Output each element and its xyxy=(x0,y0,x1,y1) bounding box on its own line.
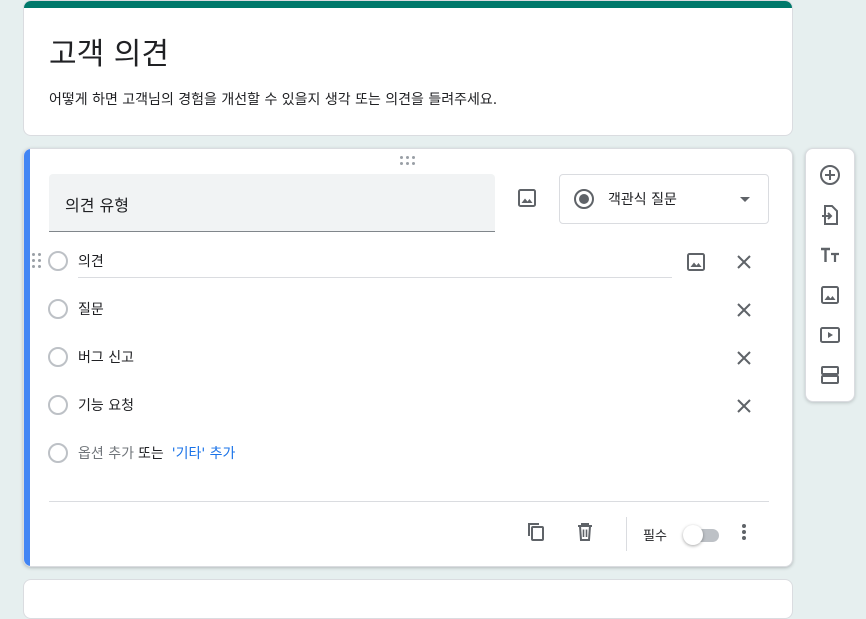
add-section-button[interactable] xyxy=(818,363,842,387)
required-toggle[interactable] xyxy=(683,525,721,545)
option-radio xyxy=(48,299,68,319)
image-icon xyxy=(821,286,839,304)
add-title-button[interactable] xyxy=(818,243,842,267)
option-row[interactable]: 버그 신고 xyxy=(24,337,792,377)
option-drag-handle-icon[interactable] xyxy=(32,253,42,269)
option-radio xyxy=(48,443,68,463)
close-icon xyxy=(737,351,751,365)
question-title-text: 의견 유형 xyxy=(65,196,129,215)
option-row[interactable]: 질문 xyxy=(24,289,792,329)
option-row[interactable]: 기능 요청 xyxy=(24,385,792,425)
more-options-button[interactable] xyxy=(732,520,756,544)
text-format-icon xyxy=(821,247,839,262)
form-title[interactable]: 고객 의견 xyxy=(49,29,169,73)
option-label[interactable]: 의견 xyxy=(78,251,104,271)
option-label[interactable]: 기능 요청 xyxy=(78,395,134,415)
image-icon xyxy=(518,189,536,207)
remove-option-button[interactable] xyxy=(732,394,756,418)
remove-option-button[interactable] xyxy=(732,250,756,274)
side-toolbar xyxy=(805,148,855,402)
close-icon xyxy=(737,303,751,317)
more-vert-icon xyxy=(742,524,746,540)
dropdown-arrow-icon xyxy=(740,197,750,202)
remove-option-button[interactable] xyxy=(732,346,756,370)
question-title-input[interactable]: 의견 유형 xyxy=(49,174,495,232)
add-option-row: 옵션 추가 또는 '기타' 추가 xyxy=(24,433,792,473)
add-other-link[interactable]: '기타' 추가 xyxy=(172,446,236,462)
add-video-button[interactable] xyxy=(818,323,842,347)
radio-button-checked-icon xyxy=(574,189,594,209)
close-icon xyxy=(737,399,751,413)
question-image-button[interactable] xyxy=(515,186,539,210)
option-radio xyxy=(48,251,68,271)
duplicate-button[interactable] xyxy=(524,520,548,544)
question-card[interactable]: 의견 유형 객관식 질문 의견 질문 버그 신고 기능 요청 옵션 추가 또는 … xyxy=(23,148,793,567)
header-accent-bar xyxy=(24,1,792,8)
section-icon xyxy=(821,366,839,384)
delete-button[interactable] xyxy=(573,520,597,544)
copy-icon xyxy=(528,523,544,541)
add-question-button[interactable] xyxy=(818,163,842,187)
required-label: 필수 xyxy=(643,529,667,544)
next-question-card[interactable] xyxy=(23,579,793,619)
form-header-card[interactable]: 고객 의견 어떻게 하면 고객님의 경험을 개선할 수 있을지 생각 또는 의견… xyxy=(23,0,793,136)
trash-icon xyxy=(578,523,592,541)
option-row[interactable]: 의견 xyxy=(24,241,792,281)
add-or-text: 또는 xyxy=(137,446,164,462)
footer-separator xyxy=(626,517,627,551)
import-icon xyxy=(822,205,838,225)
add-option-link[interactable]: 옵션 추가 xyxy=(78,446,134,462)
add-option-text: 옵션 추가 또는 '기타' 추가 xyxy=(78,443,235,463)
option-label[interactable]: 버그 신고 xyxy=(78,347,134,367)
remove-option-button[interactable] xyxy=(732,298,756,322)
add-image-button[interactable] xyxy=(818,283,842,307)
import-questions-button[interactable] xyxy=(818,203,842,227)
option-image-button[interactable] xyxy=(684,250,708,274)
option-radio xyxy=(48,395,68,415)
option-label[interactable]: 질문 xyxy=(78,299,104,319)
footer-divider xyxy=(49,501,769,502)
drag-handle-icon[interactable] xyxy=(400,156,418,166)
add-circle-icon xyxy=(820,165,840,185)
question-type-label: 객관식 질문 xyxy=(608,192,677,208)
form-description[interactable]: 어떻게 하면 고객님의 경험을 개선할 수 있을지 생각 또는 의견을 들려주세… xyxy=(49,89,497,109)
question-type-dropdown[interactable]: 객관식 질문 xyxy=(559,174,769,224)
image-icon xyxy=(687,253,705,271)
option-input-underline xyxy=(78,277,672,278)
close-icon xyxy=(737,255,751,269)
option-radio xyxy=(48,347,68,367)
video-icon xyxy=(820,327,840,343)
